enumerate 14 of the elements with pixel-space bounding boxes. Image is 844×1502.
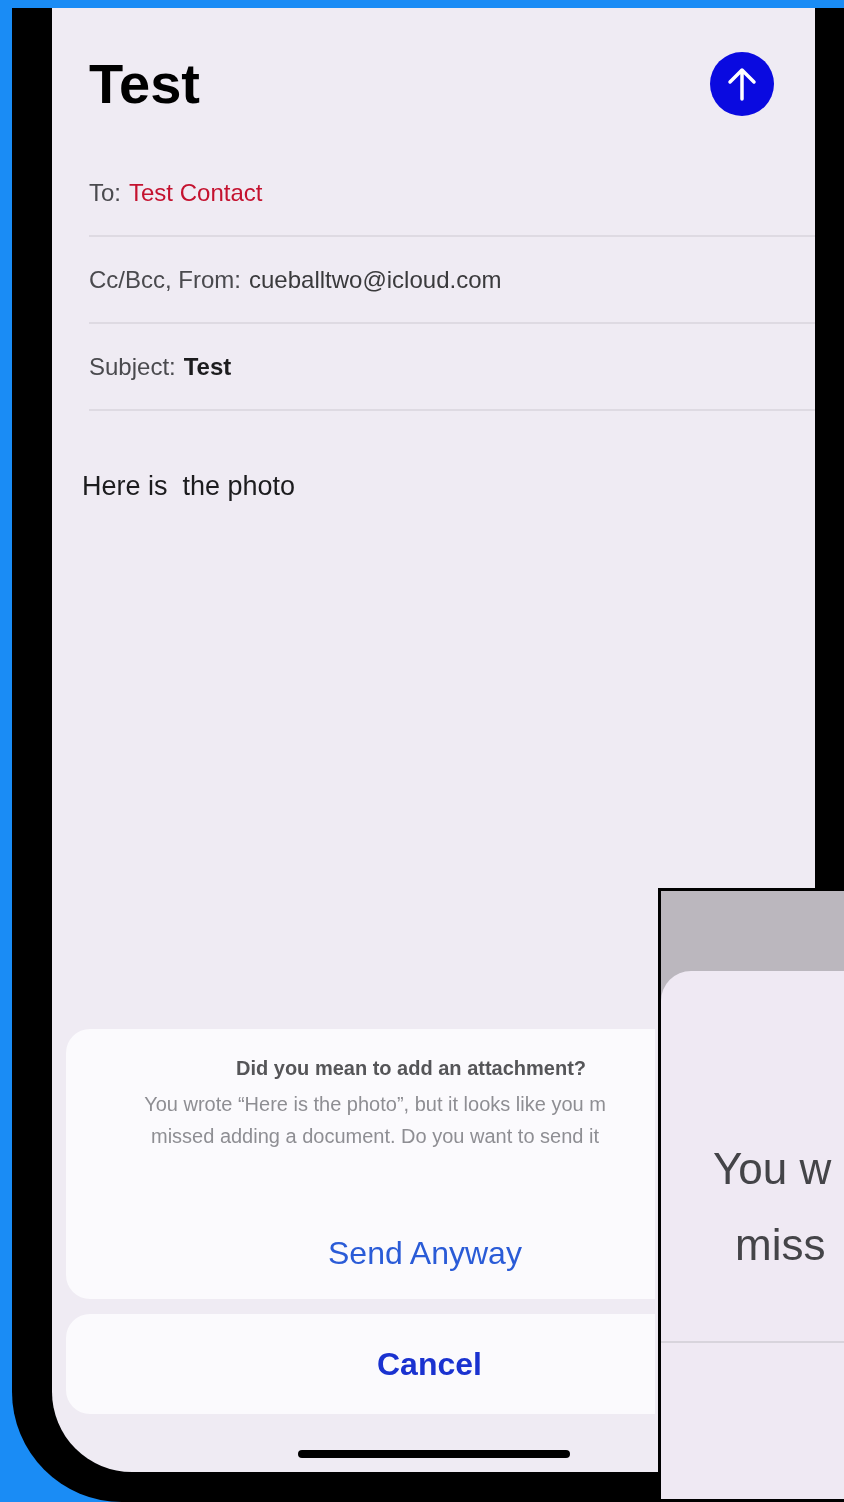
email-title: Test — [89, 56, 200, 112]
field-label: To: — [89, 177, 121, 208]
zoomed-message: You w miss — [713, 1143, 833, 1271]
alert-title: Did you mean to add an attachment? — [235, 1056, 588, 1080]
cancel-button[interactable]: Cancel — [66, 1314, 655, 1414]
send-anyway-button[interactable]: Send Anyway — [328, 1233, 522, 1273]
field-value[interactable]: Test — [183, 348, 232, 385]
field-value[interactable]: cueballtwo@icloud.com — [249, 261, 502, 298]
arrow-up-icon — [727, 67, 757, 101]
field-label: Subject: — [89, 351, 176, 382]
email-body[interactable]: Here is the photo — [82, 470, 815, 502]
field-label: Cc/Bcc, From: — [89, 264, 241, 295]
field-value[interactable]: Test Contact — [129, 174, 263, 211]
alert-message: You wrote “Here is the photo”, but it looks like you m missed adding a document. Do you want to send it — [143, 1092, 607, 1149]
